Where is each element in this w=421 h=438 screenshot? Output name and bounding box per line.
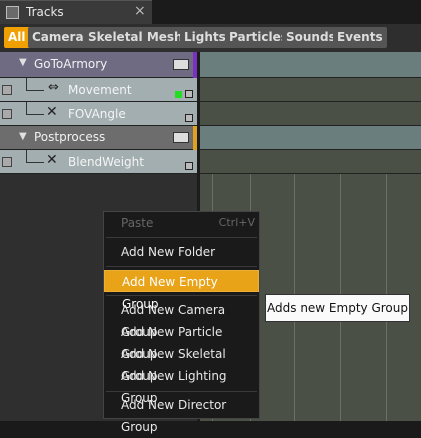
menu-item-add-folder[interactable]: Add New Folder [104, 241, 259, 263]
menu-item-paste[interactable]: Paste Ctrl+V [104, 212, 259, 234]
tree-line [26, 78, 27, 90]
filter-sounds[interactable]: Sounds [282, 27, 340, 48]
menu-item-add-director-group[interactable]: Add New Director Group [104, 394, 259, 434]
menu-item-add-lighting-group[interactable]: Add New Lighting Group [104, 365, 259, 405]
track-checkbox[interactable] [2, 157, 12, 167]
track-label: Movement [68, 83, 132, 97]
curve-toggle-icon[interactable] [185, 90, 193, 98]
menu-shortcut: Ctrl+V [218, 216, 255, 229]
tree-line [26, 102, 27, 114]
track-label: FOVAngle [68, 107, 126, 121]
tree-line [26, 114, 44, 115]
track-checkbox[interactable] [2, 85, 12, 95]
float-track-icon: ✕ [46, 104, 58, 120]
menu-separator [106, 295, 257, 296]
tree-line [26, 162, 44, 163]
movement-arrows-icon: ⇔ [48, 80, 59, 95]
close-icon[interactable]: × [134, 3, 146, 19]
menu-item-label: Paste [121, 216, 154, 230]
curve-toggle-icon[interactable] [185, 114, 193, 122]
tree-line [26, 150, 27, 162]
timeline-row-track[interactable] [200, 78, 421, 102]
folder-icon[interactable] [173, 59, 189, 70]
expand-arrow-icon[interactable]: ▼ [19, 131, 27, 142]
context-menu: Paste Ctrl+V Add New Folder Add New Empt… [103, 211, 260, 434]
menu-item-add-empty-group[interactable]: Add New Empty Group [104, 270, 259, 311]
filter-bar: All Cameras Skeletal Meshes Lights Parti… [0, 24, 421, 52]
filter-lights[interactable]: Lights [180, 27, 230, 48]
menu-separator [106, 237, 257, 238]
timeline-row-group[interactable] [200, 126, 421, 150]
tab-bar: Tracks × [0, 0, 421, 24]
group-label: GoToArmory [34, 57, 108, 71]
filter-all[interactable]: All [4, 27, 30, 48]
menu-item-add-camera-group[interactable]: Add New Camera Group [104, 299, 259, 339]
timeline-row-track[interactable] [200, 102, 421, 126]
tree-line [26, 90, 44, 91]
group-color-bar [193, 126, 197, 150]
group-row-gotoarmory[interactable]: ▼ GoToArmory [0, 52, 197, 78]
expand-arrow-icon[interactable]: ▼ [19, 57, 27, 68]
track-row-blendweight[interactable]: ✕ BlendWeight [0, 150, 197, 174]
track-row-movement[interactable]: ⇔ Movement [0, 78, 197, 102]
timeline-row-group[interactable] [200, 52, 421, 78]
tab-tracks[interactable]: Tracks × [0, 0, 152, 24]
track-checkbox[interactable] [2, 109, 12, 119]
timeline-row-track[interactable] [200, 150, 421, 174]
group-color-bar [193, 52, 197, 78]
tracks-icon [6, 6, 19, 19]
status-indicator [175, 91, 182, 98]
menu-item-add-skeletal-group[interactable]: Add New Skeletal Group [104, 343, 259, 383]
curve-toggle-icon[interactable] [185, 162, 193, 170]
menu-separator [106, 391, 257, 392]
track-row-fovangle[interactable]: ✕ FOVAngle [0, 102, 197, 126]
group-label: Postprocess [34, 130, 106, 144]
float-track-icon: ✕ [46, 152, 58, 168]
folder-icon[interactable] [173, 132, 189, 143]
tooltip: Adds new Empty Group [265, 294, 410, 322]
filter-events[interactable]: Events [333, 27, 387, 48]
tab-title: Tracks [26, 5, 64, 19]
menu-separator [106, 266, 257, 267]
group-row-postprocess[interactable]: ▼ Postprocess [0, 126, 197, 150]
track-label: BlendWeight [68, 155, 144, 169]
menu-item-add-particle-group[interactable]: Add New Particle Group [104, 321, 259, 361]
